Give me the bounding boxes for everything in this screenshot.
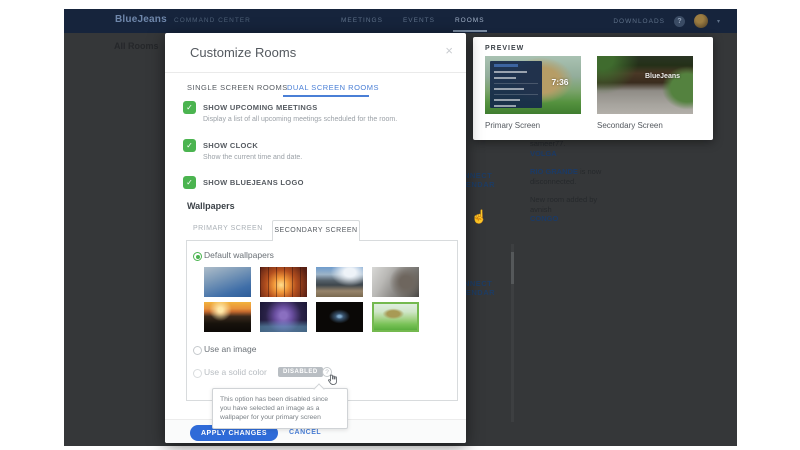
user-avatar[interactable]	[694, 14, 708, 28]
mouse-cursor-icon	[326, 373, 338, 391]
wallpaper-thumbnail-gecko-grass-selected[interactable]	[372, 302, 419, 332]
modal-title: Customize Rooms	[190, 45, 296, 60]
primary-screen-label: Primary Screen	[485, 121, 540, 130]
tooltip-line: you have selected an image as a	[220, 404, 340, 413]
disabled-tooltip: This option has been disabled since you …	[212, 388, 348, 429]
screen: BlueJeans COMMAND CENTER MEETINGS EVENTS…	[0, 0, 800, 450]
radio-label-use-image: Use an image	[204, 344, 256, 354]
downloads-link[interactable]: DOWNLOADS	[613, 18, 665, 25]
wallpaper-thumbnail-autumn-forest[interactable]	[260, 267, 307, 297]
feed-disconnect-status: disconnected.	[530, 177, 601, 187]
checkbox-label: SHOW CLOCK	[203, 141, 258, 150]
checkbox-show-bluejeans-logo[interactable]: ✓	[183, 176, 196, 189]
preview-title: PREVIEW	[485, 45, 524, 52]
hand-pointer-icon: ☝	[471, 209, 487, 225]
wallpaper-thumbnail-blue-sky[interactable]	[204, 267, 251, 297]
feed-user: sameer77.	[530, 139, 601, 149]
radio-label-use-solid-color: Use a solid color	[204, 367, 267, 377]
feed-room-rio-grande[interactable]: RIO GRANDE	[530, 167, 578, 176]
page-title-all-rooms: All Rooms	[114, 41, 159, 51]
radio-use-an-image[interactable]	[193, 346, 202, 355]
primary-screen-preview: 7:36	[485, 56, 581, 114]
cancel-button[interactable]: CANCEL	[289, 429, 321, 436]
checkbox-description: Display a list of all upcoming meetings …	[203, 116, 397, 123]
tab-single-screen-rooms[interactable]: SINGLE SCREEN ROOMS	[187, 83, 288, 92]
customize-rooms-modal: Customize Rooms × SINGLE SCREEN ROOMS DU…	[165, 33, 466, 443]
active-tab-underline	[283, 95, 369, 97]
preview-clock: 7:36	[552, 77, 569, 87]
feed-disconnect-line: RIO GRANDE is now	[530, 167, 601, 177]
wallpaper-thumbnail-dark-figure[interactable]	[316, 302, 363, 332]
bluejeans-logo: BlueJeans	[115, 14, 167, 25]
disabled-badge: DISABLED	[278, 367, 323, 377]
wallpaper-thumbnail-mountain-valley[interactable]	[316, 267, 363, 297]
secondary-screen-preview: BlueJeans	[597, 56, 693, 114]
divider	[165, 72, 466, 73]
preview-panel: PREVIEW 7:36 BlueJeans Primary Screen Se…	[473, 37, 713, 140]
radio-label-default: Default wallpapers	[204, 250, 274, 260]
feed-text: is now	[578, 167, 601, 176]
wallpaper-thumbnail-gray-portrait[interactable]	[372, 267, 419, 297]
checkbox-label: SHOW BLUEJEANS LOGO	[203, 178, 304, 187]
checkbox-show-upcoming-meetings[interactable]: ✓	[183, 101, 196, 114]
wallpaper-grid	[204, 267, 436, 332]
wallpaper-thumbnail-anime-portrait[interactable]	[260, 302, 307, 332]
scrollbar[interactable]	[511, 244, 514, 422]
wallpaper-thumbnail-sunset-silhouette[interactable]	[204, 302, 251, 332]
top-navbar: BlueJeans COMMAND CENTER MEETINGS EVENTS…	[64, 9, 737, 33]
scrollbar-thumb[interactable]	[511, 252, 514, 284]
feed-room-congo[interactable]: CONGO	[530, 214, 601, 224]
activity-feed: sameer77. VOLGA RIO GRANDE is now discon…	[530, 139, 601, 224]
nav-item-meetings[interactable]: MEETINGS	[341, 9, 383, 33]
feed-room-volga[interactable]: VOLGA	[530, 149, 601, 159]
tab-secondary-screen[interactable]: SECONDARY SCREEN	[272, 220, 360, 241]
checkbox-show-clock[interactable]: ✓	[183, 139, 196, 152]
product-name: COMMAND CENTER	[174, 17, 251, 24]
wallpaper-panel: Default wallpapers Use an image Use a so…	[186, 240, 458, 401]
nav-menu: MEETINGS EVENTS ROOMS	[341, 9, 485, 33]
radio-use-solid-color[interactable]	[193, 369, 202, 378]
checkbox-label: SHOW UPCOMING MEETINGS	[203, 103, 318, 112]
nav-item-events[interactable]: EVENTS	[403, 9, 435, 33]
bluejeans-watermark: BlueJeans	[645, 73, 680, 80]
upcoming-meetings-overlay	[490, 61, 542, 107]
tab-dual-screen-rooms[interactable]: DUAL SCREEN ROOMS	[287, 83, 379, 92]
close-icon[interactable]: ×	[445, 43, 453, 58]
tooltip-line: This option has been disabled since	[220, 395, 340, 404]
wallpapers-heading: Wallpapers	[187, 201, 235, 211]
radio-default-wallpapers[interactable]	[193, 252, 202, 261]
secondary-screen-label: Secondary Screen	[597, 121, 663, 130]
feed-added-by: avnish	[530, 205, 601, 215]
chevron-down-icon[interactable]: ▾	[717, 18, 720, 25]
tooltip-line: wallpaper for your primary screen	[220, 413, 340, 422]
feed-added-line: New room added by	[530, 195, 601, 205]
nav-item-rooms[interactable]: ROOMS	[455, 9, 485, 33]
navbar-right: DOWNLOADS ? ▾	[613, 9, 720, 33]
help-icon[interactable]: ?	[674, 16, 685, 27]
checkbox-description: Show the current time and date.	[203, 154, 302, 161]
tab-primary-screen[interactable]: PRIMARY SCREEN	[193, 225, 263, 232]
